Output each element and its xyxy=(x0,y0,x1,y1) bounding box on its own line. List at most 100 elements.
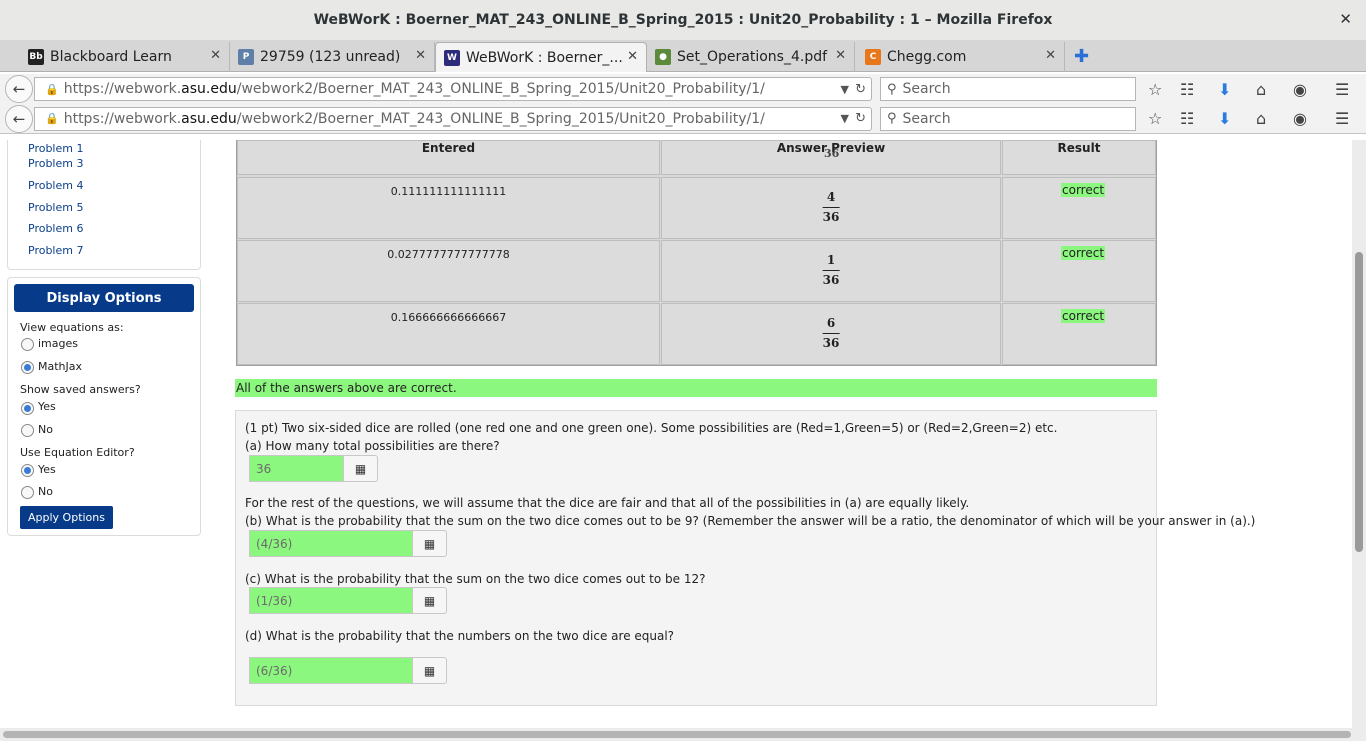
url-path: /webwork2/Boerner_MAT_243_ONLINE_B_Sprin… xyxy=(236,81,765,97)
equation-editor-icon[interactable]: ▦ xyxy=(412,530,447,557)
pdf-icon: ● xyxy=(655,49,671,65)
radio-images[interactable] xyxy=(21,338,34,351)
tab-close-icon[interactable]: ✕ xyxy=(1045,48,1056,63)
download-icon[interactable]: ⬇ xyxy=(1218,80,1231,99)
window-close-icon[interactable]: ✕ xyxy=(1339,10,1352,28)
chevron-down-icon[interactable]: ▼ xyxy=(841,83,849,96)
chevron-down-icon[interactable]: ▼ xyxy=(841,112,849,125)
chat-icon[interactable]: ◉ xyxy=(1293,109,1307,128)
chegg-icon: C xyxy=(865,49,881,65)
entered-cell: 0.166666666666667 xyxy=(237,303,660,365)
header-answer-preview-label: Answer Preview xyxy=(776,141,886,155)
result-correct-badge: correct xyxy=(1061,246,1106,260)
header-entered-label: Entered xyxy=(421,141,476,155)
home-icon[interactable]: ⌂ xyxy=(1256,80,1266,99)
entered-value: 0.0277777777777778 xyxy=(387,248,510,261)
horizontal-scrollbar[interactable] xyxy=(0,728,1366,741)
tab-close-icon[interactable]: ✕ xyxy=(627,49,638,64)
tab-close-icon[interactable]: ✕ xyxy=(210,48,221,63)
vertical-scroll-thumb[interactable] xyxy=(1355,252,1363,552)
problem-link-6[interactable]: Problem 6 xyxy=(28,222,83,235)
equation-editor-icon[interactable]: ▦ xyxy=(412,587,447,614)
tab-bar: Bb Blackboard Learn ✕ P 29759 (123 unrea… xyxy=(0,40,1366,72)
answer-d-input[interactable]: (6/36) xyxy=(249,657,413,684)
answer-preview-cell: 1 36 xyxy=(661,240,1001,302)
problem-body: (1 pt) Two six-sided dice are rolled (on… xyxy=(235,410,1255,706)
radio-mathjax[interactable] xyxy=(21,361,34,374)
vertical-scrollbar[interactable] xyxy=(1352,140,1366,728)
tab-close-icon[interactable]: ✕ xyxy=(415,48,426,63)
rest-instructions: For the rest of the questions, we will a… xyxy=(245,496,970,510)
radio-saved-yes-label: Yes xyxy=(38,400,56,413)
fraction-preview: 6 36 xyxy=(822,316,840,351)
bookmark-star-icon[interactable]: ☆ xyxy=(1148,109,1162,128)
equation-editor-icon[interactable]: ▦ xyxy=(412,657,447,684)
show-saved-label: Show saved answers? xyxy=(20,383,141,396)
header-answer-preview: 36 Answer Preview xyxy=(661,140,1001,175)
fraction-preview: 1 36 xyxy=(822,253,840,288)
answer-b-input[interactable]: (4/36) xyxy=(249,530,413,557)
answer-d-value: (6/36) xyxy=(256,663,293,678)
apply-options-button[interactable]: Apply Options xyxy=(20,506,113,529)
search-input[interactable]: ⚲ Search xyxy=(880,77,1136,101)
url-bar[interactable]: 🔒 https://webwork. asu.edu/webwork2/Boern… xyxy=(34,77,872,101)
reload-icon[interactable]: ↻ xyxy=(855,82,866,97)
reading-list-icon[interactable]: ☷ xyxy=(1180,109,1194,128)
search-placeholder: Search xyxy=(902,81,951,97)
tab-close-icon[interactable]: ✕ xyxy=(835,48,846,63)
result-correct-badge: correct xyxy=(1061,309,1106,323)
problem-link-1[interactable]: Problem 1 xyxy=(28,144,83,153)
back-icon[interactable]: ← xyxy=(5,75,33,103)
result-cell: correct xyxy=(1002,303,1156,365)
answer-c-input[interactable]: (1/36) xyxy=(249,587,413,614)
question-c: (c) What is the probability that the sum… xyxy=(245,572,706,586)
results-table: Entered 36 Answer Preview Result 0.11111… xyxy=(236,140,1157,366)
fraction-preview: 4 36 xyxy=(822,190,840,225)
result-cell: correct xyxy=(1002,177,1156,239)
menu-icon[interactable]: ☰ xyxy=(1335,80,1349,99)
webwork-icon: W xyxy=(444,49,460,66)
entered-cell: 0.0277777777777778 xyxy=(237,240,660,302)
back-icon[interactable]: ← xyxy=(5,104,33,133)
tab-mail[interactable]: P 29759 (123 unread) ✕ xyxy=(230,42,435,72)
navigation-bar-duplicate: ← 🔒 https://webwork. asu.edu/webwork2/Boe… xyxy=(0,104,1366,134)
tab-webwork[interactable]: W WeBWorK : Boerner_... ✕ xyxy=(435,42,647,72)
problem-link-4[interactable]: Problem 4 xyxy=(28,179,83,192)
tab-pdf[interactable]: ● Set_Operations_4.pdf ✕ xyxy=(647,42,855,72)
fraction-bar xyxy=(822,333,840,334)
search-input[interactable]: ⚲ Search xyxy=(880,106,1136,131)
bookmark-star-icon[interactable]: ☆ xyxy=(1148,80,1162,99)
radio-saved-no[interactable] xyxy=(21,424,34,437)
result-correct-badge: correct xyxy=(1061,183,1106,197)
new-tab-icon[interactable]: ✚ xyxy=(1074,46,1089,67)
tab-chegg[interactable]: C Chegg.com ✕ xyxy=(857,42,1065,72)
url-host: asu.edu xyxy=(181,81,237,97)
answer-a-input[interactable]: 36 xyxy=(249,455,344,482)
problem-list: Problem 1 Problem 3 Problem 4 Problem 5 … xyxy=(7,140,201,270)
radio-editor-no[interactable] xyxy=(21,486,34,499)
tab-blackboard[interactable]: Bb Blackboard Learn ✕ xyxy=(20,42,230,72)
grid-icon: ▦ xyxy=(354,461,367,476)
radio-editor-no-label: No xyxy=(38,485,53,498)
header-result: Result xyxy=(1002,140,1156,175)
equation-editor-icon[interactable]: ▦ xyxy=(343,455,378,482)
problem-link-3[interactable]: Problem 3 xyxy=(28,157,83,170)
home-icon[interactable]: ⌂ xyxy=(1256,109,1266,128)
reload-icon[interactable]: ↻ xyxy=(855,111,866,126)
grid-icon: ▦ xyxy=(423,663,436,678)
radio-saved-no-label: No xyxy=(38,423,53,436)
problem-link-7[interactable]: Problem 7 xyxy=(28,244,83,257)
reading-list-icon[interactable]: ☷ xyxy=(1180,80,1194,99)
horizontal-scroll-thumb[interactable] xyxy=(3,731,1351,738)
menu-icon[interactable]: ☰ xyxy=(1335,109,1349,128)
radio-saved-yes[interactable] xyxy=(21,402,34,415)
question-b: (b) What is the probability that the sum… xyxy=(245,514,1256,528)
tab-label: Blackboard Learn xyxy=(50,49,172,65)
url-bar[interactable]: 🔒 https://webwork. asu.edu/webwork2/Boern… xyxy=(34,106,872,131)
radio-editor-yes[interactable] xyxy=(21,464,34,477)
url-host: asu.edu xyxy=(181,110,237,127)
download-icon[interactable]: ⬇ xyxy=(1218,109,1231,128)
chat-icon[interactable]: ◉ xyxy=(1293,80,1307,99)
problem-link-5[interactable]: Problem 5 xyxy=(28,201,83,214)
question-d: (d) What is the probability that the num… xyxy=(245,629,675,643)
